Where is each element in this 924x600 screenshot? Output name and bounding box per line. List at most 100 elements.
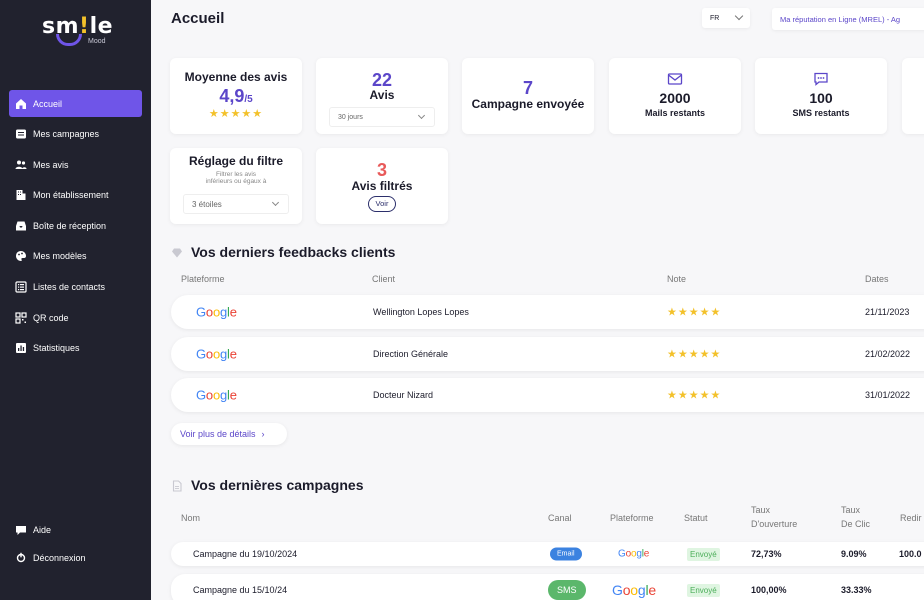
column-header-name: Nom (181, 513, 201, 523)
nav-label: Aide (33, 524, 52, 535)
column-header-open-2: D'ouverture (751, 519, 798, 529)
average-value: 4,9 (219, 86, 245, 106)
column-header-status: Statut (684, 513, 708, 523)
channel-badge: SMS (548, 580, 586, 600)
column-header-platform: Plateforme (181, 274, 225, 284)
table-row[interactable]: Google Wellington Lopes Lopes ★★★★★ 21/1… (171, 295, 924, 329)
mails-value: 2000 (659, 90, 691, 106)
period-select[interactable]: 30 jours (329, 107, 435, 127)
column-header-open-1: Taux (751, 505, 771, 515)
card-title: Moyenne des avis (184, 70, 288, 84)
google-logo: Google (612, 582, 656, 598)
status-badge: Envoyé (687, 548, 720, 561)
chevron-down-icon (417, 111, 426, 120)
nav-item-contacts[interactable]: Listes de contacts (9, 274, 142, 301)
help-icon (15, 524, 27, 536)
nav-label: QR code (33, 312, 69, 323)
nav-label: Mes avis (33, 159, 69, 170)
language-select[interactable]: FR (702, 8, 750, 28)
nav-item-inbox[interactable]: Boîte de réception (9, 212, 142, 239)
nav-item-campagnes[interactable]: Mes campagnes (9, 121, 142, 148)
table-row[interactable]: Campagne du 15/10/24 SMS Google Envoyé 1… (171, 574, 924, 600)
filtered-value: 3 (376, 160, 387, 180)
sms-remaining-card: 100 SMS restants (755, 58, 887, 134)
sidebar: sm!le Mood Accueil Mes campagnes Mes avi… (0, 0, 151, 600)
period-value: 30 jours (338, 113, 363, 121)
filter-description-2: inférieurs ou égaux à (205, 178, 267, 185)
campaign-name: Campagne du 19/10/2024 (193, 549, 298, 559)
chart-icon (15, 342, 27, 354)
nav-label: Déconnexion (33, 552, 86, 563)
logo[interactable]: sm!le Mood (42, 14, 122, 54)
feedback-date: 31/01/2022 (865, 390, 911, 400)
table-row[interactable]: Google Direction Générale ★★★★★ 21/02/20… (171, 337, 924, 371)
card-title: Réglage du filtre (188, 154, 283, 168)
nav-item-aide[interactable]: Aide (9, 516, 142, 543)
nav-item-deconnexion[interactable]: Déconnexion (9, 544, 142, 571)
nav-item-accueil[interactable]: Accueil (9, 90, 142, 117)
nav-label: Mon établissement (33, 190, 109, 201)
filtered-reviews-card: 3 Avis filtrés Voir (316, 148, 448, 224)
home-icon (15, 98, 27, 110)
nav-label: Listes de contacts (33, 282, 106, 293)
view-more-label: Voir plus de détails (180, 429, 256, 439)
filter-settings-card: Réglage du filtre Filtrer les avis infér… (170, 148, 302, 224)
organization-select[interactable]: Ma réputation en Ligne (MREL) - Ag (772, 8, 924, 30)
sms-label: SMS restants (792, 108, 850, 118)
mail-icon (667, 72, 683, 86)
column-header-dates: Dates (865, 274, 889, 284)
building-icon (15, 189, 27, 201)
palette-icon (15, 250, 27, 262)
rating-stars: ★★★★★ (208, 108, 264, 120)
nav-item-avis[interactable]: Mes avis (9, 151, 142, 178)
nav-item-etablissement[interactable]: Mon établissement (9, 182, 142, 209)
rating-stars: ★★★★★ (667, 348, 722, 361)
client-name: Wellington Lopes Lopes (373, 307, 469, 317)
nav-label: Accueil (33, 98, 63, 109)
nav-label: Mes campagnes (33, 129, 100, 140)
contacts-icon (15, 281, 27, 293)
feedback-date: 21/11/2023 (865, 307, 910, 317)
google-logo: Google (196, 304, 237, 320)
smile-icon (56, 34, 82, 46)
column-header-client: Client (372, 274, 396, 284)
channel-badge: Email (550, 547, 582, 561)
table-row[interactable]: Campagne du 19/10/2024 Email Google Envo… (171, 542, 924, 566)
logout-icon (15, 552, 27, 564)
reviews-label: Avis (369, 88, 395, 102)
campaigns-value: 7 (522, 78, 533, 98)
open-rate: 100,00% (751, 585, 787, 595)
google-logo: Google (196, 387, 237, 403)
nav-item-qr[interactable]: QR code (9, 304, 142, 331)
average-suffix: /5 (244, 94, 253, 105)
logo-subtitle: Mood (88, 38, 106, 45)
nav-label: Statistiques (33, 343, 80, 354)
client-name: Direction Générale (373, 349, 449, 359)
nav-item-statistiques[interactable]: Statistiques (9, 335, 142, 362)
click-rate: 33.33% (841, 585, 872, 595)
column-header-platform: Plateforme (610, 513, 654, 523)
rating-stars: ★★★★★ (667, 306, 722, 319)
sms-value: 100 (809, 90, 833, 106)
view-filtered-button[interactable]: Voir (368, 196, 396, 212)
nav-item-modeles[interactable]: Mes modèles (9, 243, 142, 270)
view-more-details-button[interactable]: Voir plus de détails › (171, 423, 287, 445)
google-logo: Google (618, 548, 650, 560)
column-header-channel: Canal (548, 513, 572, 523)
sms-icon (813, 72, 829, 86)
inbox-icon (15, 220, 27, 232)
table-row[interactable]: Google Docteur Nizard ★★★★★ 31/01/2022 (171, 378, 924, 412)
qr-icon (15, 312, 27, 324)
chevron-down-icon (271, 198, 280, 207)
feedback-date: 21/02/2022 (865, 349, 911, 359)
filtered-label: Avis filtrés (351, 179, 413, 193)
campaigns-label: Campagne envoyée (471, 97, 585, 111)
filter-description-1: Filtrer les avis (215, 171, 257, 178)
page-title: Accueil (171, 10, 225, 27)
mails-remaining-card: 2000 Mails restants (609, 58, 741, 134)
filter-threshold-select[interactable]: 3 étoiles (183, 194, 289, 214)
logo-text-c: le (89, 14, 114, 39)
mails-label: Mails restants (644, 108, 706, 118)
click-rate: 9.09% (841, 549, 867, 559)
open-rate: 72,73% (751, 549, 782, 559)
